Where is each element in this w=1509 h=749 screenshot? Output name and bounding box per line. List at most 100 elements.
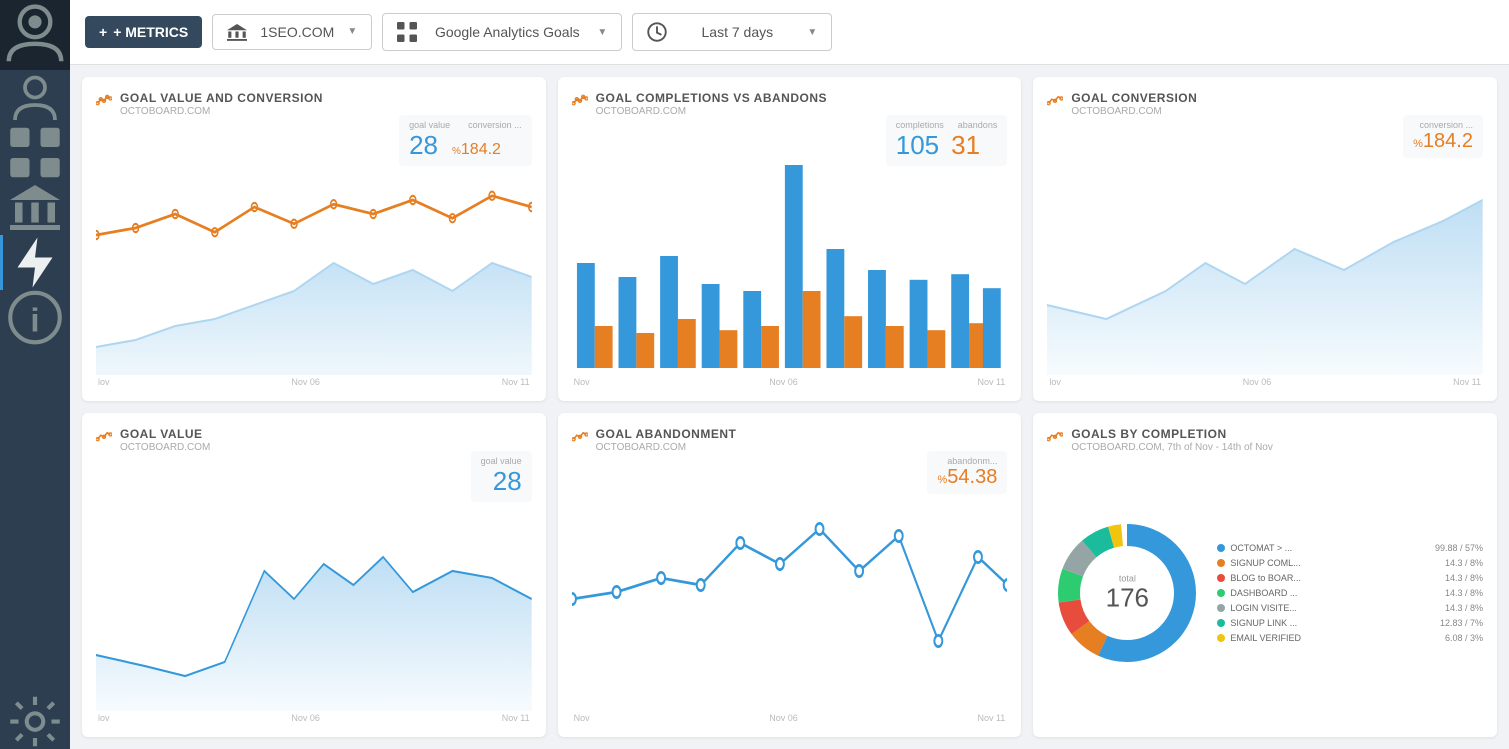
chart-labels-1: lov Nov 06 Nov 11 [96,377,532,387]
legend-item-4: LOGIN VISITE... 14.3 / 8% [1217,603,1483,613]
topbar: + + METRICS 1SEO.COM ▼ [70,0,1509,65]
sidebar-item-settings[interactable] [0,694,70,749]
bar-group-3 [660,256,696,368]
card-header-4: GOAL VALUE OCTOBOARD.COM [96,427,532,453]
chart-icon-5 [572,429,588,446]
stat-primary-1: 28 [409,130,438,161]
chevron-down-icon-2: ▼ [597,27,607,38]
card-title-group-1: GOAL VALUE AND CONVERSION OCTOBOARD.COM [120,91,532,117]
clock-icon [647,22,667,42]
add-metrics-button[interactable]: + + METRICS [85,16,202,48]
label-lov-3: lov [1049,377,1061,387]
stat-secondary-1: %184.2 [452,141,501,159]
legend-list: OCTOMAT > ... 99.88 / 57% SIGNUP COML...… [1217,543,1483,643]
legend-dot-2 [1217,574,1225,582]
svg-text:i: i [30,301,39,338]
donut-total-value: 176 [1106,584,1149,613]
stats-box-5: abandonm... %54.38 [927,451,1007,494]
donut-body: total 176 OCTOMAT > ... 99.88 / 57% SIGN… [1047,463,1483,723]
sidebar-item-user[interactable] [0,70,70,125]
stats-label-3: conversion ... [1413,120,1473,130]
legend-dot-6 [1217,634,1225,642]
site-selector-dropdown[interactable]: 1SEO.COM ▼ [212,14,372,50]
stats-label-completions: completions [896,120,944,130]
card-title-4: GOAL VALUE [120,427,532,441]
donut-container: total 176 [1047,513,1207,673]
bar-group-1 [577,263,613,368]
legend-values-2: 14.3 / 8% [1445,573,1483,583]
card-title-group-3: GOAL CONVERSION OCTOBOARD.COM [1071,91,1483,117]
card-title-3: GOAL CONVERSION [1071,91,1483,105]
stats-label-4: goal value [481,456,522,466]
card-subtitle-4: OCTOBOARD.COM [120,442,532,453]
stats-values-2: 105 31 [896,130,998,161]
card-title-2: GOAL COMPLETIONS VS ABANDONS [596,91,1008,105]
sidebar: i [0,0,70,749]
analytics-selector-dropdown[interactable]: Google Analytics Goals ▼ [382,13,622,51]
legend-label-5: SIGNUP LINK ... [1230,618,1435,628]
card-title-group-4: GOAL VALUE OCTOBOARD.COM [120,427,532,453]
bar-group-5 [743,291,779,368]
label-nov11-3: Nov 11 [1453,377,1481,387]
stats-labels-2: completions abandons [896,120,998,130]
legend-item-6: EMAIL VERIFIED 6.08 / 3% [1217,633,1483,643]
chart-icon-4 [96,429,112,446]
card-subtitle-6: OCTOBOARD.COM, 7th of Nov - 14th of Nov [1071,442,1483,453]
chart-icon-1 [96,93,112,110]
card-title-1: GOAL VALUE AND CONVERSION [120,91,532,105]
chevron-down-icon: ▼ [347,26,357,37]
label-nov06-5: Nov 06 [769,713,798,723]
card-title-group-5: GOAL ABANDONMENT OCTOBOARD.COM [596,427,1008,453]
sidebar-item-bank[interactable] [0,180,70,235]
chart-svg-4 [96,459,532,711]
plus-icon: + [99,24,107,40]
legend-values-6: 6.08 / 3% [1445,633,1483,643]
bar-group-8 [868,270,904,368]
legend-item-3: DASHBOARD ... 14.3 / 8% [1217,588,1483,598]
card-goal-conversion: GOAL CONVERSION OCTOBOARD.COM conversion… [1033,77,1497,401]
card-goal-abandonment: GOAL ABANDONMENT OCTOBOARD.COM abandonm.… [558,413,1022,737]
site-selector-label: 1SEO.COM [260,24,334,40]
stats-box-3: conversion ... %184.2 [1403,115,1483,158]
stats-box-4: goal value 28 [471,451,532,502]
stats-box-1: goal value conversion ... 28 %184.2 [399,115,532,166]
label-nov11-2: Nov 11 [977,377,1005,387]
stats-label-5: abandonm... [937,456,997,466]
bar-group-9 [909,280,945,368]
stats-label-conversion: conversion ... [468,120,522,130]
label-nov: Nov [574,377,590,387]
bar-group-2 [618,277,654,368]
time-selector-label: Last 7 days [702,24,774,40]
chart-svg-5 [572,459,1008,711]
chart-icon-3 [1047,93,1063,110]
card-header-5: GOAL ABANDONMENT OCTOBOARD.COM [572,427,1008,453]
legend-dot-4 [1217,604,1225,612]
label-lov: lov [98,377,110,387]
card-title-5: GOAL ABANDONMENT [596,427,1008,441]
chart-area-4 [96,459,532,711]
bar-group-10 [951,274,987,368]
legend-values-0: 99.88 / 57% [1435,543,1483,553]
legend-label-0: OCTOMAT > ... [1230,543,1430,553]
legend-values-4: 14.3 / 8% [1445,603,1483,613]
sidebar-item-info[interactable]: i [0,290,70,345]
content-grid: GOAL VALUE AND CONVERSION OCTOBOARD.COM … [70,65,1509,749]
legend-item-1: SIGNUP COML... 14.3 / 8% [1217,558,1483,568]
label-nov11: Nov 11 [502,377,530,387]
label-lov-4: lov [98,713,110,723]
legend-dot-5 [1217,619,1225,627]
chart-svg-3 [1047,123,1483,375]
stats-label-abandons: abandons [958,120,998,130]
label-nov11-5: Nov 11 [977,713,1005,723]
chart-labels-3: lov Nov 06 Nov 11 [1047,377,1483,387]
sidebar-item-lightning[interactable] [0,235,70,290]
legend-label-3: DASHBOARD ... [1230,588,1440,598]
label-nov11-4: Nov 11 [502,713,530,723]
legend-values-3: 14.3 / 8% [1445,588,1483,598]
time-selector-dropdown[interactable]: Last 7 days ▼ [632,13,832,51]
card-title-group-2: GOAL COMPLETIONS VS ABANDONS OCTOBOARD.C… [596,91,1008,117]
card-goal-value-conversion: GOAL VALUE AND CONVERSION OCTOBOARD.COM … [82,77,546,401]
legend-label-2: BLOG to BOAR... [1230,573,1440,583]
label-nov06-4: Nov 06 [291,713,320,723]
sidebar-item-dashboard[interactable] [0,125,70,180]
